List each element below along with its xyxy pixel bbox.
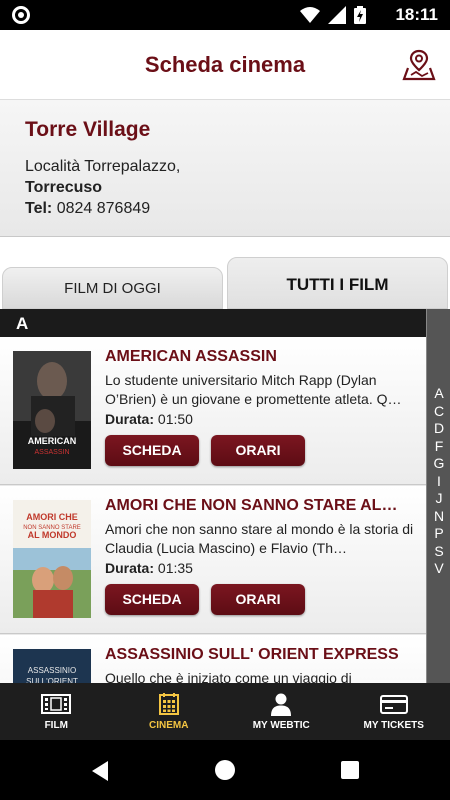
index-letter[interactable]: P [427,525,450,543]
scheda-button[interactable]: SCHEDA [105,435,199,466]
page-title: Scheda cinema [144,52,306,77]
app-bar: Scheda cinema [0,30,450,100]
nav-film[interactable]: FILM [0,683,113,740]
poster-title-text: AMERICAN [28,436,77,446]
index-letter[interactable]: N [427,508,450,526]
nav-my-tickets[interactable]: MY TICKETS [338,683,450,740]
back-icon[interactable] [90,760,110,782]
status-bar: 18:11 [0,0,450,30]
index-letter[interactable]: V [427,560,450,578]
film-item[interactable]: ASSASSINIO SULL'ORIENT ASSASSINIO SULL' … [0,635,426,683]
film-description: Quello che è iniziato come un viaggio di [105,670,352,683]
index-letter[interactable]: G [427,455,450,473]
cinema-address: Località Torrepalazzo, [25,158,181,175]
film-title[interactable]: AMERICAN ASSASSIN [105,348,417,366]
home-icon[interactable] [214,759,236,781]
calendar-grid-icon [158,693,179,715]
film-description: Amori che non sanno stare al mondo è la … [105,521,414,556]
tab-film-di-oggi[interactable]: FILM DI OGGI [2,267,223,309]
svg-text:AL MONDO: AL MONDO [28,530,77,540]
film-item[interactable]: AMORI CHE NON SANNO STARE AL MONDO AMORI… [0,486,426,634]
tab-label: TUTTI I FILM [286,275,389,294]
phone-value: 0824 876849 [56,200,151,217]
index-letter[interactable]: D [427,420,450,438]
film-poster[interactable]: AMORI CHE NON SANNO STARE AL MONDO [13,500,91,618]
cinema-phone[interactable]: Tel: 0824 876849 [25,198,425,219]
recent-apps-icon[interactable] [340,760,360,780]
index-letter[interactable]: C [427,403,450,421]
index-letter[interactable]: J [427,490,450,508]
duration-label: Durata: [105,560,155,576]
notification-icon [12,6,30,24]
system-navigation-bar [0,740,450,800]
orari-button[interactable]: ORARI [211,435,305,466]
cinema-info-panel: Torre Village Località Torrepalazzo, Tor… [0,100,450,237]
film-title[interactable]: ASSASSINIO SULL' ORIENT EXPRESS [105,646,417,664]
alphabet-index[interactable]: A C D F G I J N P S V [426,309,450,683]
film-poster[interactable]: AMERICAN ASSASSIN [13,351,91,469]
wifi-icon [300,7,320,23]
film-description: Lo studente universitario Mitch Rapp (Dy… [105,372,402,407]
signal-icon [328,6,346,24]
bottom-navigation: FILM CINEMA MY WEBTIC MY TICKETS [0,683,450,740]
film-poster[interactable]: ASSASSINIO SULL'ORIENT [13,649,91,683]
user-icon [271,693,292,716]
nav-label: MY WEBTIC [252,720,310,731]
index-letter[interactable]: A [427,385,450,403]
scheda-button[interactable]: SCHEDA [105,584,199,615]
nav-my-webtic[interactable]: MY WEBTIC [225,683,338,740]
nav-label: MY TICKETS [363,720,424,731]
orari-button[interactable]: ORARI [211,584,305,615]
duration-label: Durata: [105,411,155,427]
cinema-name: Torre Village [25,118,151,141]
film-duration: Durata: 01:50 [105,411,193,427]
film-title[interactable]: AMORI CHE NON SANNO STARE AL… [105,497,417,515]
phone-label: Tel: [25,200,53,217]
film-list[interactable]: AMERICAN ASSASSIN AMERICAN ASSASSIN Lo s… [0,337,426,683]
index-letter[interactable]: S [427,543,450,561]
duration-value: 01:35 [157,560,193,576]
clock: 18:11 [395,5,438,24]
credit-card-icon [379,695,408,714]
nav-label: CINEMA [149,720,189,731]
film-strip-icon [41,694,72,714]
section-header-letter: A [0,309,426,337]
duration-value: 01:50 [157,411,193,427]
cinema-city: Torrecuso [25,179,103,196]
svg-text:AMORI CHE: AMORI CHE [26,512,78,522]
index-letter[interactable]: F [427,438,450,456]
index-letter[interactable]: I [427,473,450,491]
map-pin-icon[interactable] [402,48,436,82]
svg-text:ASSASSINIO: ASSASSINIO [28,666,76,675]
film-item[interactable]: AMERICAN ASSASSIN AMERICAN ASSASSIN Lo s… [0,337,426,485]
tab-label: FILM DI OGGI [64,280,161,297]
nav-label: FILM [44,720,68,731]
film-duration: Durata: 01:35 [105,560,193,576]
battery-icon [354,6,366,24]
tabs-bar: FILM DI OGGI TUTTI I FILM [0,237,450,309]
svg-text:ASSASSIN: ASSASSIN [34,449,69,456]
status-icons [300,6,366,24]
nav-cinema[interactable]: CINEMA [113,683,226,740]
tab-tutti-i-film[interactable]: TUTTI I FILM [227,257,448,309]
